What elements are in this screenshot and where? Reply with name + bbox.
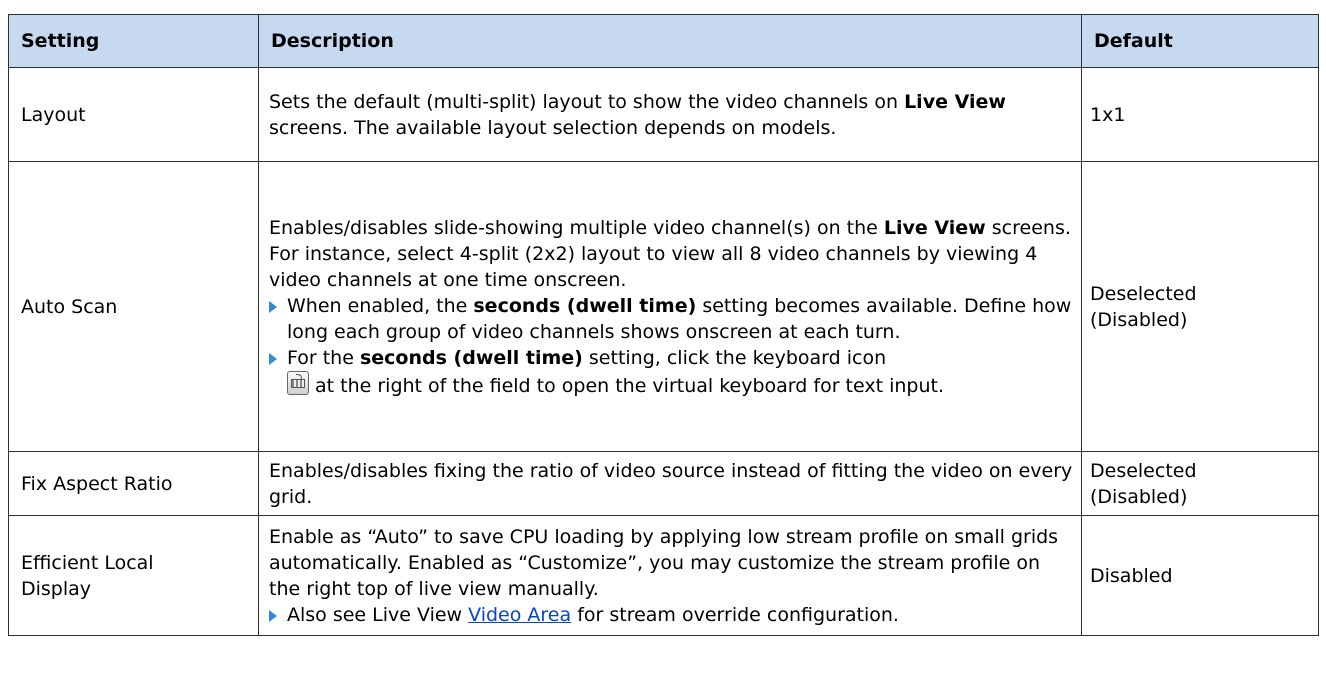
default-auto-scan: Deselected (Disabled) (1081, 161, 1319, 452)
table-row-fix-aspect-ratio: Fix Aspect Ratio Enables/disables fixing… (8, 451, 1319, 516)
default-line: (Disabled) (1090, 308, 1188, 331)
description-auto-scan: Enables/disables slide-showing multiple … (258, 161, 1082, 452)
default-line: (Disabled) (1090, 485, 1188, 508)
bullet-text: When enabled, the (287, 294, 468, 317)
settings-table: Setting Description Default Layout Sets … (8, 14, 1319, 636)
bullet-bold: seconds (dwell time) (473, 294, 697, 317)
desc-bold-live-view: Live View (883, 216, 986, 239)
bullet-text: Also see Live View (287, 603, 463, 626)
desc-text: screens. The available layout selection … (269, 116, 837, 139)
bullet-text: setting, click the keyboard icon (588, 346, 887, 369)
desc-paragraph: Enable as “Auto” to save CPU loading by … (269, 525, 1059, 600)
setting-line: Efficient Local (21, 551, 154, 574)
setting-line: Display (21, 577, 92, 600)
setting-layout: Layout (8, 67, 259, 162)
description-efficient-local-display: Enable as “Auto” to save CPU loading by … (258, 515, 1082, 636)
desc-bold-live-view: Live View (904, 90, 1006, 113)
bullet-text: for stream override configuration. (577, 603, 899, 626)
setting-fix-aspect-ratio: Fix Aspect Ratio (8, 451, 259, 516)
desc-text: Enables/disables slide-showing multiple … (269, 216, 878, 239)
desc-paragraph: Enables/disables slide-showing multiple … (269, 215, 1073, 293)
table-row-layout: Layout Sets the default (multi-split) la… (8, 67, 1319, 162)
default-efficient-local-display: Disabled (1081, 515, 1319, 636)
header-setting: Setting (8, 14, 259, 68)
keyboard-icon (287, 370, 309, 395)
video-area-link[interactable]: Video Area (468, 604, 571, 626)
triangle-bullet-icon (269, 609, 277, 622)
bullet-item: For the seconds (dwell time) setting, cl… (269, 345, 1073, 399)
default-fix-aspect-ratio: Deselected (Disabled) (1081, 451, 1319, 516)
bullet-text: at the right of the field to open the vi… (315, 374, 945, 397)
table-row-efficient-local-display: Efficient Local Display Enable as “Auto”… (8, 515, 1319, 636)
default-line: Deselected (1090, 282, 1197, 305)
description-layout: Sets the default (multi-split) layout to… (258, 67, 1082, 162)
setting-auto-scan: Auto Scan (8, 161, 259, 452)
description-fix-aspect-ratio: Enables/disables fixing the ratio of vid… (258, 451, 1082, 516)
header-description: Description (258, 14, 1082, 68)
bullet-item: Also see Live View Video Area for stream… (269, 602, 1073, 628)
bullet-item: When enabled, the seconds (dwell time) s… (269, 293, 1073, 345)
header-row: Setting Description Default (8, 14, 1319, 68)
bullet-text: For the (287, 346, 354, 369)
header-default: Default (1081, 14, 1319, 68)
setting-efficient-local-display: Efficient Local Display (8, 515, 259, 636)
default-line: Deselected (1090, 459, 1197, 482)
triangle-bullet-icon (269, 300, 277, 313)
default-layout: 1x1 (1081, 67, 1319, 162)
triangle-bullet-icon (269, 352, 277, 365)
table-row-auto-scan: Auto Scan Enables/disables slide-showing… (8, 161, 1319, 452)
desc-text: Sets the default (multi-split) layout to… (269, 90, 899, 113)
bullet-bold: seconds (dwell time) (359, 346, 583, 369)
